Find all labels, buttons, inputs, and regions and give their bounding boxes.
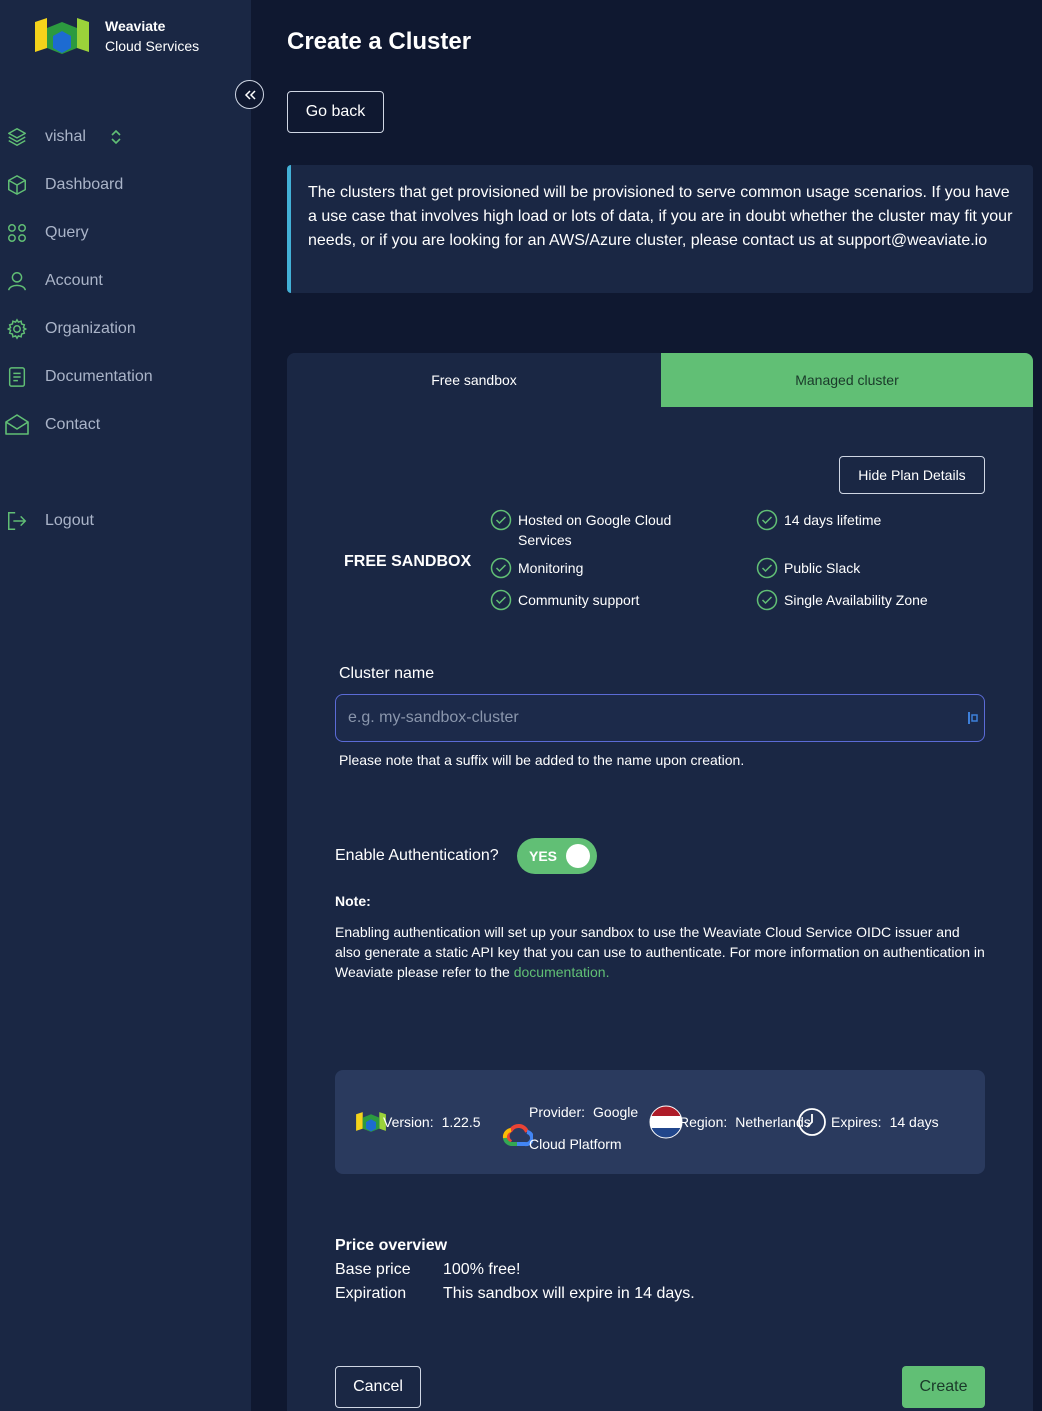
sidebar-item-label: vishal [45, 128, 86, 145]
price-key: Base price [335, 1261, 411, 1278]
note-body: Enabling authentication will set up your… [335, 924, 985, 980]
grid-circles-icon [5, 221, 29, 245]
plan-feature: Hosted on Google Cloud Services [490, 509, 710, 550]
provider-value: Google [593, 1104, 639, 1120]
main-content: Create a Cluster Go back The clusters th… [251, 0, 1042, 1411]
sidebar-item-dashboard[interactable]: Dashboard [0, 161, 251, 209]
expires-key: Expires: [831, 1114, 882, 1130]
info-alert: The clusters that get provisioned will b… [287, 165, 1033, 293]
brand-name: Weaviate [105, 18, 166, 34]
sidebar-item-organization[interactable]: Organization [0, 305, 251, 353]
plan-feature-label: Monitoring [518, 560, 584, 576]
sidebar-item-logout[interactable]: Logout [0, 497, 251, 545]
plan-feature-label: Community support [518, 592, 640, 608]
plan-feature: Public Slack [756, 557, 861, 579]
tab-managed-cluster[interactable]: Managed cluster [661, 353, 1033, 407]
collapse-sidebar-button[interactable] [235, 80, 264, 109]
sidebar-item-org-switcher[interactable]: vishal [0, 113, 251, 161]
auth-toggle[interactable]: YES [517, 838, 597, 874]
provider-value-line2: Cloud Platform [529, 1136, 622, 1152]
plan-feature: 14 days lifetime [756, 509, 882, 531]
check-circle-icon [490, 557, 512, 579]
toggle-knob [566, 844, 590, 868]
document-icon [5, 365, 29, 389]
envelope-icon [5, 413, 29, 437]
check-circle-icon [756, 589, 778, 611]
cluster-summary: Version: 1.22.5 Provider: Google Cloud Pl… [335, 1070, 985, 1174]
version-key: Version: [383, 1114, 434, 1130]
region-key: Region: [679, 1114, 728, 1130]
check-circle-icon [756, 557, 778, 579]
sidebar-item-label: Query [45, 224, 89, 241]
sidebar-item-documentation[interactable]: Documentation [0, 353, 251, 401]
go-back-button[interactable]: Go back [287, 91, 384, 133]
cluster-name-hint: Please note that a suffix will be added … [339, 752, 745, 768]
summary-expires: Expires: 14 days [797, 1107, 939, 1137]
sidebar-item-contact[interactable]: Contact [0, 401, 251, 449]
page-title: Create a Cluster [287, 28, 472, 55]
cancel-button[interactable]: Cancel [335, 1366, 421, 1408]
clock-icon [798, 1108, 826, 1136]
check-circle-icon [490, 589, 512, 611]
sidebar-item-label: Documentation [45, 368, 153, 385]
sidebar-item-label: Logout [45, 512, 94, 529]
auth-label: Enable Authentication? [335, 847, 499, 864]
plan-feature: Single Availability Zone [756, 589, 928, 611]
note-title: Note: [335, 893, 371, 909]
provider-key: Provider: [529, 1104, 586, 1120]
plan-feature-label: 14 days lifetime [784, 512, 882, 528]
brand-subtitle: Cloud Services [105, 38, 200, 54]
price-value: 100% free! [443, 1261, 521, 1278]
cube-icon [5, 173, 29, 197]
double-chevron-left-icon [244, 89, 256, 100]
tab-free-sandbox[interactable]: Free sandbox [287, 353, 661, 407]
user-icon [5, 269, 29, 293]
gear-icon [5, 317, 29, 341]
brand[interactable]: Weaviate Cloud Services [33, 16, 199, 56]
sidebar-item-label: Account [45, 272, 103, 289]
plan-feature-label: Public Slack [784, 560, 861, 576]
summary-provider: Provider: Google Cloud Platform [501, 1096, 638, 1160]
sidebar-item-query[interactable]: Query [0, 209, 251, 257]
layers-icon [5, 125, 29, 149]
price-value: This sandbox will expire in 14 days. [443, 1285, 695, 1302]
info-text: The clusters that get provisioned will b… [308, 184, 1013, 249]
price-overview-title: Price overview [335, 1237, 448, 1254]
expires-value: 14 days [889, 1114, 939, 1130]
plan-feature-label: Hosted on Google Cloud Services [518, 512, 672, 548]
summary-version: Version: 1.22.5 [355, 1112, 481, 1132]
documentation-link[interactable]: documentation. [514, 964, 610, 980]
hide-plan-details-button[interactable]: Hide Plan Details [839, 456, 985, 494]
netherlands-flag-icon [649, 1105, 683, 1139]
plan-name: FREE SANDBOX [344, 553, 472, 570]
plan-card: Free sandbox Managed cluster Hide Plan D… [287, 353, 1033, 1411]
version-value: 1.22.5 [441, 1114, 481, 1130]
plan-feature: Community support [490, 589, 640, 611]
sidebar-item-label: Organization [45, 320, 136, 337]
sidebar: Weaviate Cloud Services vishal Dashboard… [0, 0, 251, 1411]
logout-icon [5, 509, 29, 533]
check-circle-icon [756, 509, 778, 531]
sidebar-item-label: Dashboard [45, 176, 124, 193]
sidebar-item-account[interactable]: Account [0, 257, 251, 305]
auth-toggle-label: YES [529, 848, 558, 864]
chevron-updown-icon [109, 128, 123, 151]
summary-region: Region: Netherlands [649, 1105, 811, 1139]
price-key: Expiration [335, 1285, 407, 1302]
weaviate-logo-icon [35, 18, 89, 54]
cluster-name-label: Cluster name [339, 665, 435, 682]
sidebar-item-label: Contact [45, 416, 101, 433]
cluster-name-input[interactable] [335, 694, 985, 742]
note-text: Enabling authentication will set up your… [335, 922, 985, 982]
password-manager-icon[interactable] [967, 710, 979, 726]
plan-feature-label: Single Availability Zone [784, 592, 928, 608]
check-circle-icon [490, 509, 512, 531]
create-button[interactable]: Create [902, 1366, 985, 1408]
plan-feature: Monitoring [490, 557, 584, 579]
